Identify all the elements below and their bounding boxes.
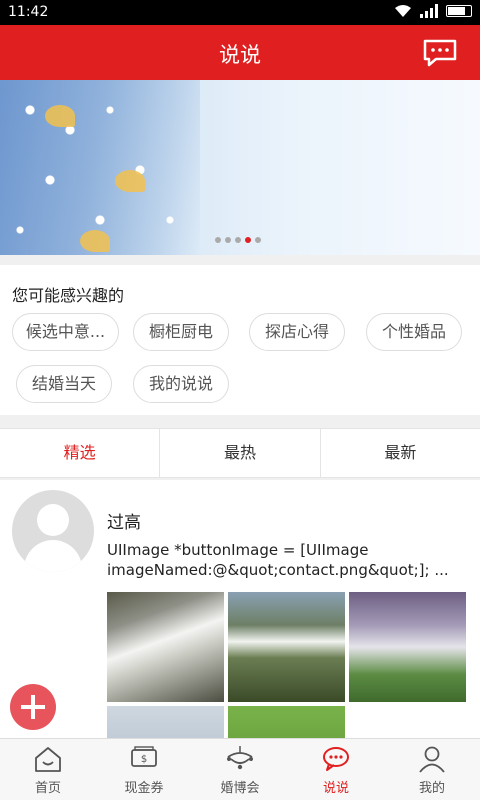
banner-carousel[interactable] <box>0 80 480 255</box>
battery-icon <box>446 5 472 17</box>
post-username[interactable]: 过高 <box>107 508 141 533</box>
post-text[interactable]: UIImage *buttonImage = [UIImage imageNam… <box>107 540 467 580</box>
chat-bubble-icon[interactable] <box>422 38 458 68</box>
nav-item-expo[interactable]: 婚博会 <box>192 739 288 800</box>
nav-label: 现金券 <box>124 781 164 796</box>
post-photo[interactable] <box>349 592 466 702</box>
carousel-dot[interactable] <box>215 237 221 243</box>
interest-section: 您可能感兴趣的 候选中意... 橱柜厨电 探店心得 个性婚品 结婚当天 我的说说 <box>0 265 480 415</box>
chat-icon <box>323 747 349 771</box>
post-photo[interactable] <box>107 592 224 702</box>
interest-title: 您可能感兴趣的 <box>12 286 125 305</box>
interest-tag[interactable]: 候选中意... <box>12 313 119 351</box>
nav-label: 婚博会 <box>220 781 260 796</box>
banner-image <box>0 80 200 255</box>
user-icon <box>419 746 445 773</box>
avatar-head <box>37 504 69 536</box>
carousel-dot[interactable] <box>235 237 241 243</box>
signal-icon <box>420 4 438 18</box>
nav-label: 我的 <box>418 781 445 796</box>
nav-item-home[interactable]: 首页 <box>0 739 96 800</box>
status-icons <box>394 4 472 18</box>
interest-tag[interactable]: 探店心得 <box>249 313 345 351</box>
nav-label: 说说 <box>322 781 349 796</box>
tab-featured[interactable]: 精选 <box>0 429 161 477</box>
nav-item-talk[interactable]: 说说 <box>288 739 384 800</box>
app-header: 说说 <box>0 25 480 80</box>
post-photo[interactable] <box>228 706 345 738</box>
page-title: 说说 <box>219 43 261 67</box>
add-post-button[interactable] <box>10 684 56 730</box>
coupon-icon: $ <box>131 746 157 767</box>
wifi-icon <box>395 5 411 17</box>
interest-tag[interactable]: 我的说说 <box>133 365 229 403</box>
feed-tabs: 精选 最热 最新 <box>0 428 480 478</box>
tab-newest[interactable]: 最新 <box>321 429 480 477</box>
nav-item-coupon[interactable]: $ 现金券 <box>96 739 192 800</box>
nav-label: 首页 <box>34 781 61 796</box>
butterfly-decoration <box>80 230 110 252</box>
avatar-body <box>24 540 82 572</box>
post-photo[interactable] <box>107 706 224 738</box>
carousel-dot[interactable] <box>225 237 231 243</box>
tab-hottest[interactable]: 最热 <box>160 429 321 477</box>
carousel-dots <box>215 237 261 243</box>
chandelier-icon <box>227 746 253 770</box>
avatar[interactable] <box>12 490 94 572</box>
post-photo[interactable] <box>228 592 345 702</box>
status-time: 11:42 <box>8 4 49 20</box>
bottom-nav: 首页 $ 现金券 婚博会 说说 我的 <box>0 738 480 800</box>
status-bar: 11:42 <box>0 0 480 25</box>
carousel-dot[interactable] <box>245 237 251 243</box>
interest-tag[interactable]: 结婚当天 <box>16 365 112 403</box>
butterfly-decoration <box>45 105 75 127</box>
interest-tag[interactable]: 个性婚品 <box>366 313 462 351</box>
feed-list: 过高 UIImage *buttonImage = [UIImage image… <box>0 480 480 738</box>
svg-text:$: $ <box>141 754 147 765</box>
interest-tag[interactable]: 橱柜厨电 <box>133 313 229 351</box>
nav-item-mine[interactable]: 我的 <box>384 739 480 800</box>
butterfly-decoration <box>115 170 145 192</box>
home-icon <box>35 747 61 772</box>
carousel-dot[interactable] <box>255 237 261 243</box>
